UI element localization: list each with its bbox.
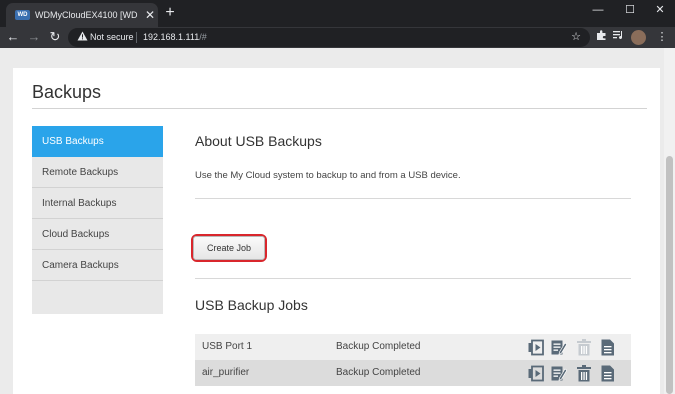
sidebar-item-cloud-backups[interactable]: Cloud Backups <box>32 219 163 250</box>
job-details-icon[interactable] <box>600 339 616 356</box>
security-label[interactable]: Not secure <box>90 31 134 44</box>
job-name: USB Port 1 <box>202 341 253 352</box>
about-description: Use the My Cloud system to backup to and… <box>195 170 461 181</box>
backup-sidebar: USB Backups Remote Backups Internal Back… <box>32 126 163 314</box>
puzzle-icon[interactable] <box>594 30 608 45</box>
reload-icon[interactable]: ↻ <box>48 29 62 45</box>
page-title: Backups <box>32 82 102 102</box>
profile-avatar[interactable] <box>631 30 646 45</box>
new-tab-icon[interactable]: + <box>163 5 177 21</box>
content-panel: Backups USB Backups Remote Backups Inter… <box>13 68 660 394</box>
jobs-heading: USB Backup Jobs <box>195 297 308 313</box>
about-heading: About USB Backups <box>195 133 322 149</box>
address-separator <box>136 32 137 43</box>
job-name: air_purifier <box>202 367 250 378</box>
browser-toolbar: ← → ↻ Not secure 192.168.1.111/# ☆ ⋮ <box>0 27 675 48</box>
tab-title: WDMyCloudEX4100 [WD My Cl <box>35 10 139 20</box>
sidebar-item-internal-backups[interactable]: Internal Backups <box>32 188 163 219</box>
page-scrollbar[interactable] <box>664 48 675 394</box>
scrollbar-thumb[interactable] <box>666 156 673 394</box>
job-status: Backup Completed <box>336 367 421 378</box>
sidebar-item-remote-backups[interactable]: Remote Backups <box>32 157 163 188</box>
close-window-icon[interactable]: ✕ <box>645 2 675 18</box>
url-host: 192.168.1.111 <box>143 32 200 42</box>
sidebar-item-usb-backups[interactable]: USB Backups <box>32 126 163 157</box>
section-divider <box>195 198 631 199</box>
job-details-icon[interactable] <box>600 365 616 382</box>
job-row[interactable]: USB Port 1 Backup Completed <box>195 334 631 360</box>
delete-job-icon[interactable] <box>576 365 592 382</box>
url-path: /# <box>199 32 207 42</box>
address-bar[interactable]: Not secure 192.168.1.111/# ☆ <box>68 28 590 47</box>
create-job-button[interactable]: Create Job <box>193 236 265 260</box>
job-status: Backup Completed <box>336 341 421 352</box>
edit-job-icon[interactable] <box>551 339 567 356</box>
sidebar-item-camera-backups[interactable]: Camera Backups <box>32 250 163 281</box>
bookmark-star-icon[interactable]: ☆ <box>570 30 582 44</box>
maximize-icon[interactable]: ☐ <box>615 2 645 18</box>
job-row[interactable]: air_purifier Backup Completed <box>195 360 631 386</box>
run-job-icon[interactable] <box>528 365 544 382</box>
minimize-icon[interactable]: — <box>583 2 613 18</box>
page-viewport: Backups USB Backups Remote Backups Inter… <box>0 48 675 394</box>
warning-triangle-icon <box>76 31 88 43</box>
edit-job-icon[interactable] <box>551 365 567 382</box>
title-divider <box>32 108 647 109</box>
run-job-icon[interactable] <box>528 339 544 356</box>
wd-favicon-icon: WD <box>15 10 30 20</box>
media-icon[interactable] <box>612 30 626 45</box>
forward-icon[interactable]: → <box>27 29 41 45</box>
browser-tab[interactable]: WD WDMyCloudEX4100 [WD My Cl ✕ <box>6 3 158 27</box>
menu-kebab-icon[interactable]: ⋮ <box>655 30 669 45</box>
delete-job-icon <box>576 339 592 356</box>
close-tab-icon[interactable]: ✕ <box>144 8 156 22</box>
back-icon[interactable]: ← <box>6 29 20 45</box>
tab-strip: WD WDMyCloudEX4100 [WD My Cl ✕ + — ☐ ✕ <box>0 0 675 27</box>
url-text[interactable]: 192.168.1.111/# <box>143 31 207 44</box>
section-divider <box>195 278 631 279</box>
